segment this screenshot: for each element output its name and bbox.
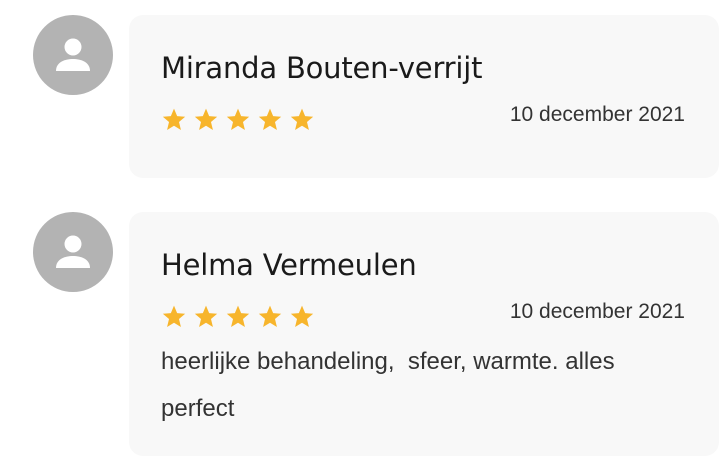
review-date: 10 december 2021 — [509, 103, 685, 126]
star-icon — [162, 108, 186, 130]
avatar — [33, 212, 113, 292]
review-date: 10 december 2021 — [509, 300, 685, 323]
review-card: Helma Vermeulen 10 december 2021 heerlij… — [129, 212, 719, 456]
review-text: heerlijke behandeling, sfeer, warmte. al… — [161, 348, 622, 422]
star-icon — [290, 305, 314, 327]
star-icon — [194, 108, 218, 130]
avatar — [33, 15, 113, 95]
star-rating — [161, 304, 315, 330]
star-icon — [226, 305, 250, 327]
review-author: Helma Vermeulen — [161, 248, 417, 282]
star-icon — [258, 108, 282, 130]
star-icon — [226, 108, 250, 130]
star-icon — [194, 305, 218, 327]
review-card: Miranda Bouten-verrijt 10 december 2021 — [129, 15, 719, 178]
user-icon — [56, 38, 90, 71]
star-rating — [161, 107, 315, 133]
star-icon — [162, 305, 186, 327]
review-author: Miranda Bouten-verrijt — [161, 51, 483, 85]
star-icon — [290, 108, 314, 130]
star-icon — [258, 305, 282, 327]
user-icon — [56, 235, 90, 268]
